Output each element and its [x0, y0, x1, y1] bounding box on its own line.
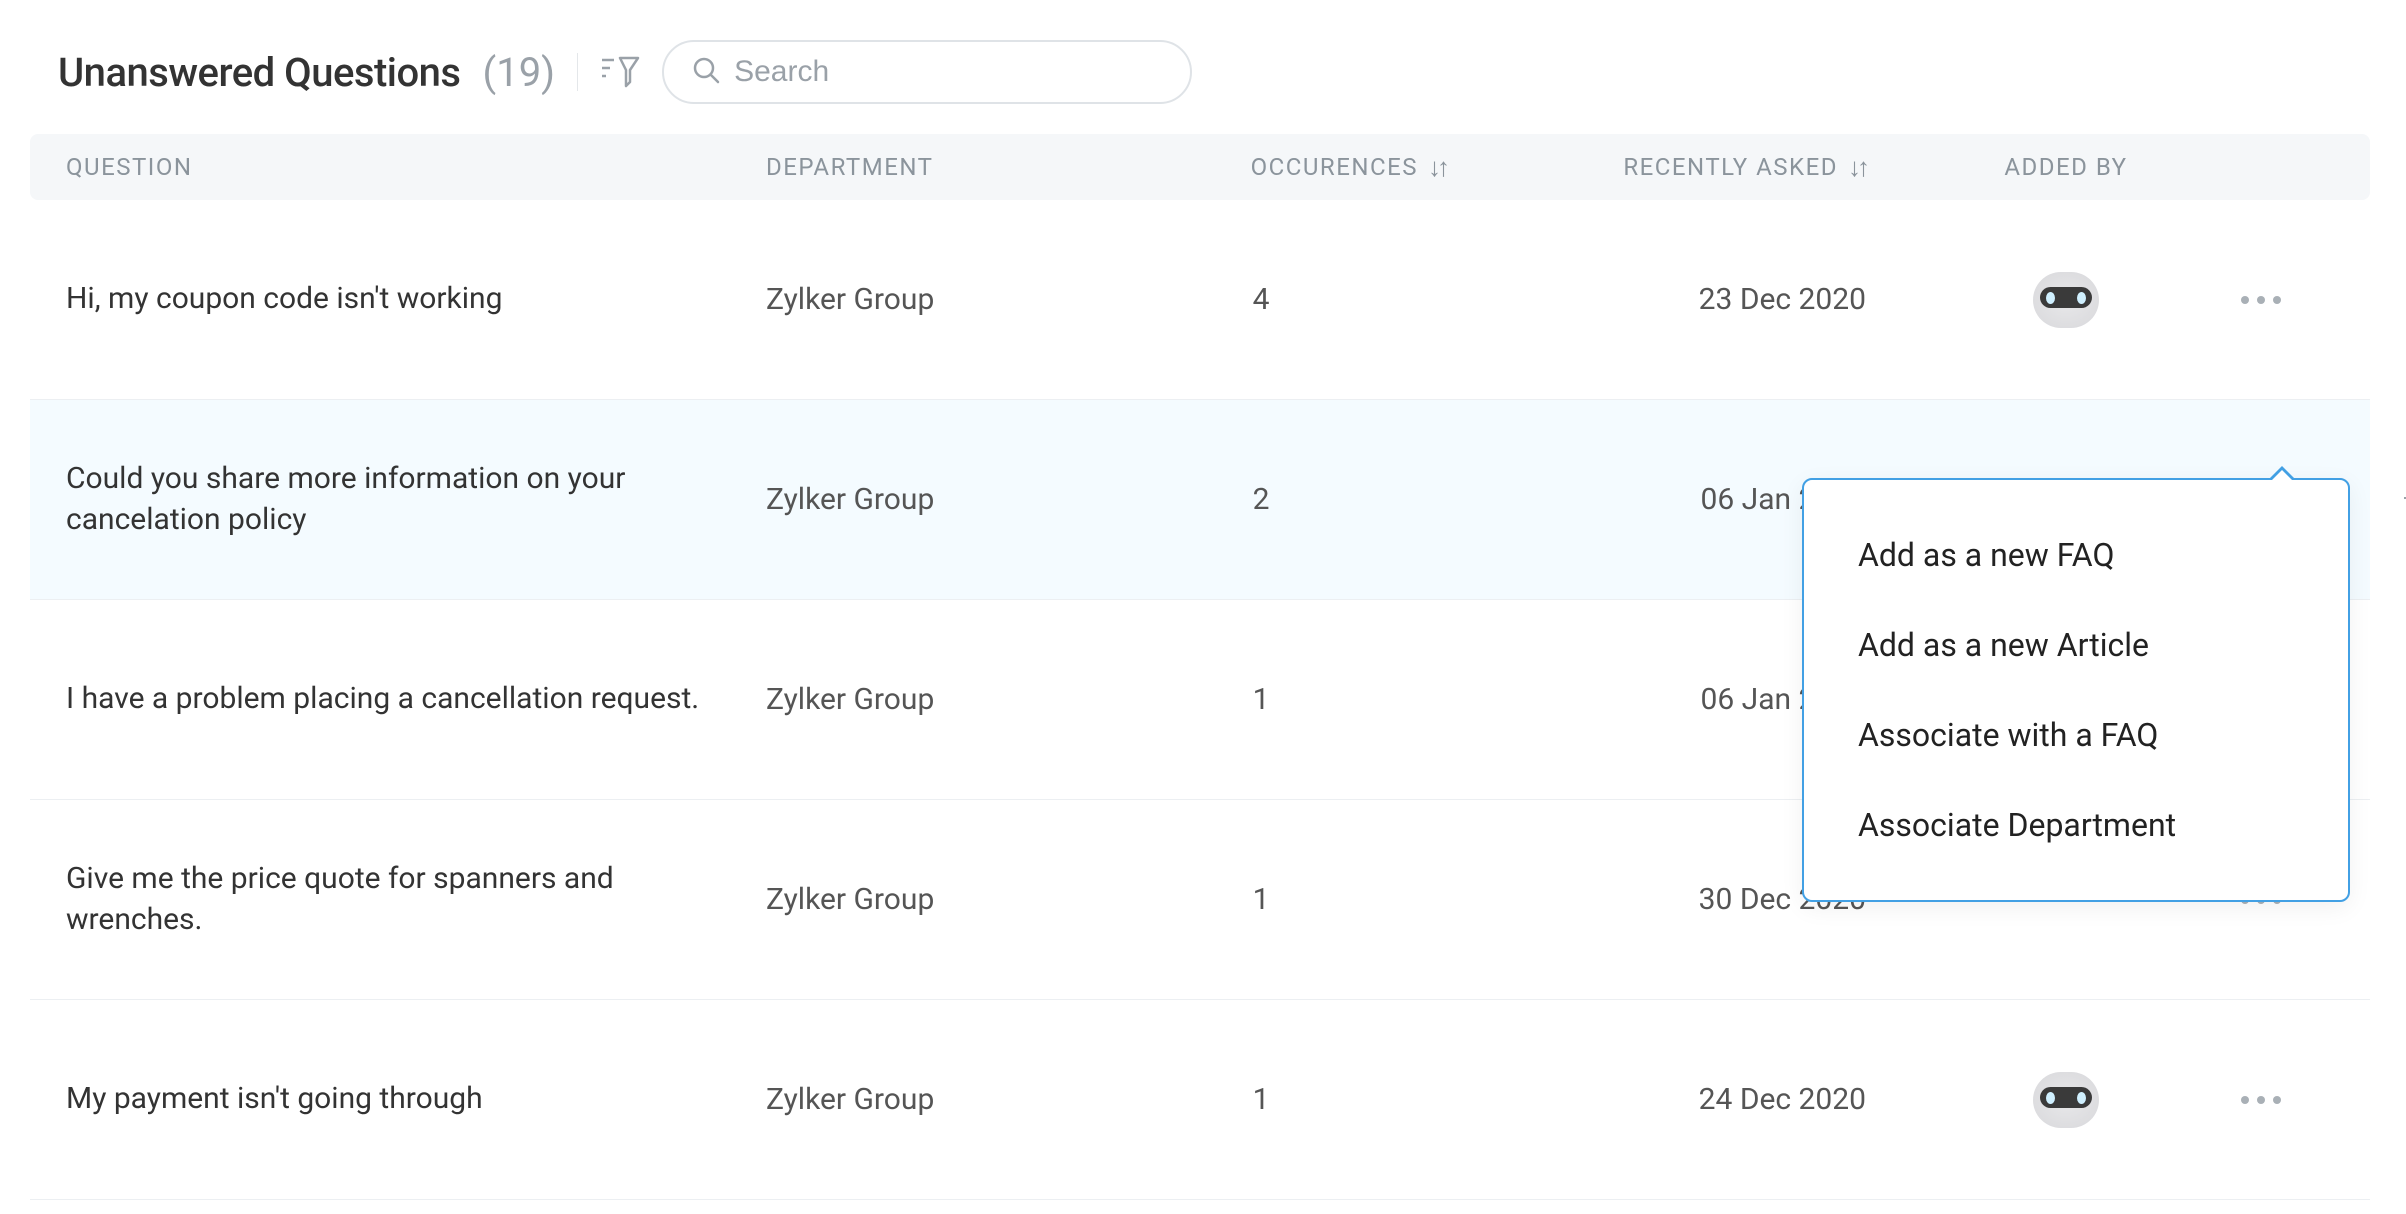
occurrences-text: 1: [1136, 682, 1526, 717]
department-text: Zylker Group: [766, 282, 1136, 317]
department-text: Zylker Group: [766, 682, 1136, 717]
department-text: Zylker Group: [766, 1082, 1136, 1117]
avatar: [2033, 1072, 2099, 1128]
occurrences-text: 2: [1136, 482, 1526, 517]
table-row[interactable]: My payment isn't going through Zylker Gro…: [30, 1000, 2370, 1200]
popup-associate-department[interactable]: Associate Department: [1804, 780, 2348, 870]
popup-add-new-article[interactable]: Add as a new Article: [1804, 600, 2348, 690]
search-input[interactable]: [734, 55, 1162, 89]
table-header: QUESTION DEPARTMENT OCCURENCES ↓↑ RECENT…: [30, 134, 2370, 200]
question-text: Could you share more information on your…: [66, 459, 706, 540]
table-row[interactable]: Hi, my coupon code isn't working Zylker G…: [30, 200, 2370, 400]
search-box[interactable]: [662, 40, 1192, 104]
col-added-by[interactable]: ADDED BY: [1926, 153, 2206, 181]
count-badge: (19): [483, 49, 556, 96]
question-text: Hi, my coupon code isn't working: [66, 279, 706, 320]
more-actions-button[interactable]: [2206, 296, 2316, 304]
col-recently-asked[interactable]: RECENTLY ASKED ↓↑: [1526, 152, 1926, 183]
trash-icon[interactable]: [2402, 490, 2406, 528]
occurrences-text: 1: [1136, 882, 1526, 917]
occurrences-text: 4: [1136, 282, 1526, 317]
sort-icon: ↓↑: [1848, 152, 1866, 183]
col-department[interactable]: DEPARTMENT: [766, 153, 1136, 181]
question-text: I have a problem placing a cancellation …: [66, 679, 706, 720]
popup-associate-faq[interactable]: Associate with a FAQ: [1804, 690, 2348, 780]
department-text: Zylker Group: [766, 482, 1136, 517]
page-title: Unanswered Questions: [58, 49, 461, 96]
added-by-cell: [1926, 1072, 2206, 1128]
more-actions-button[interactable]: [2206, 1096, 2316, 1104]
col-occurrences[interactable]: OCCURENCES ↓↑: [1136, 152, 1526, 183]
date-text: 24 Dec 2020: [1526, 1082, 1926, 1117]
search-icon: [692, 56, 720, 88]
row-actions-popup: Add as a new FAQ Add as a new Article As…: [1802, 478, 2350, 902]
page-header: Unanswered Questions (19): [30, 30, 2406, 134]
occurrences-text: 1: [1136, 1082, 1526, 1117]
divider: [577, 53, 578, 91]
filter-icon[interactable]: [600, 54, 640, 90]
date-text: 23 Dec 2020: [1526, 282, 1926, 317]
avatar: [2033, 272, 2099, 328]
col-question[interactable]: QUESTION: [66, 153, 766, 181]
sort-icon: ↓↑: [1428, 152, 1446, 183]
added-by-cell: [1926, 272, 2206, 328]
popup-add-new-faq[interactable]: Add as a new FAQ: [1804, 510, 2348, 600]
question-text: My payment isn't going through: [66, 1079, 706, 1120]
question-text: Give me the price quote for spanners and…: [66, 859, 706, 940]
department-text: Zylker Group: [766, 882, 1136, 917]
